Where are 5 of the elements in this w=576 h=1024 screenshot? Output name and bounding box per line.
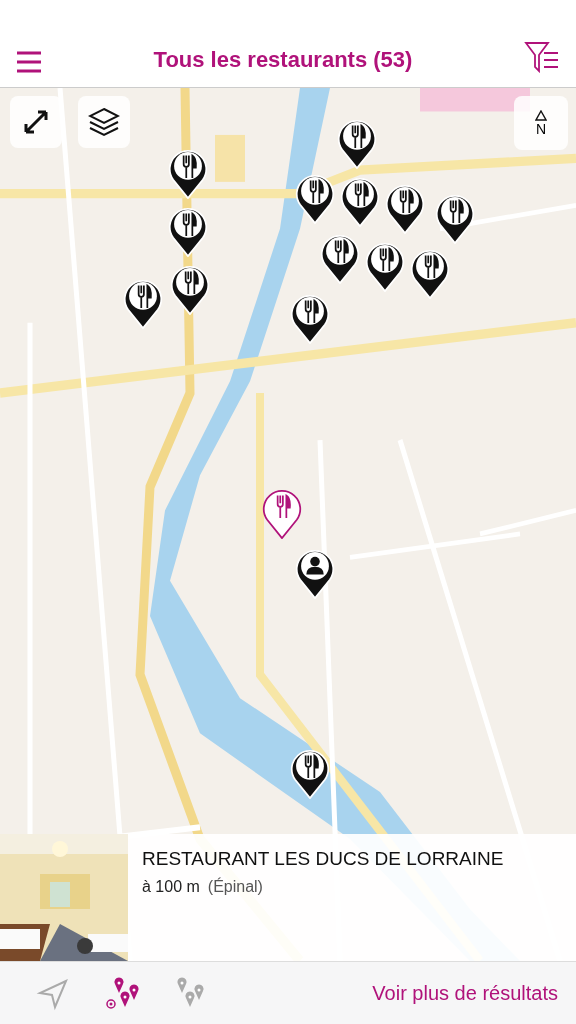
- map-pins-icon[interactable]: [106, 975, 140, 1011]
- menu-icon[interactable]: [16, 51, 42, 73]
- filter-icon[interactable]: [524, 41, 560, 73]
- page-title: Tous les restaurants (53): [153, 47, 413, 73]
- more-results-link[interactable]: Voir plus de résultats: [372, 981, 558, 1005]
